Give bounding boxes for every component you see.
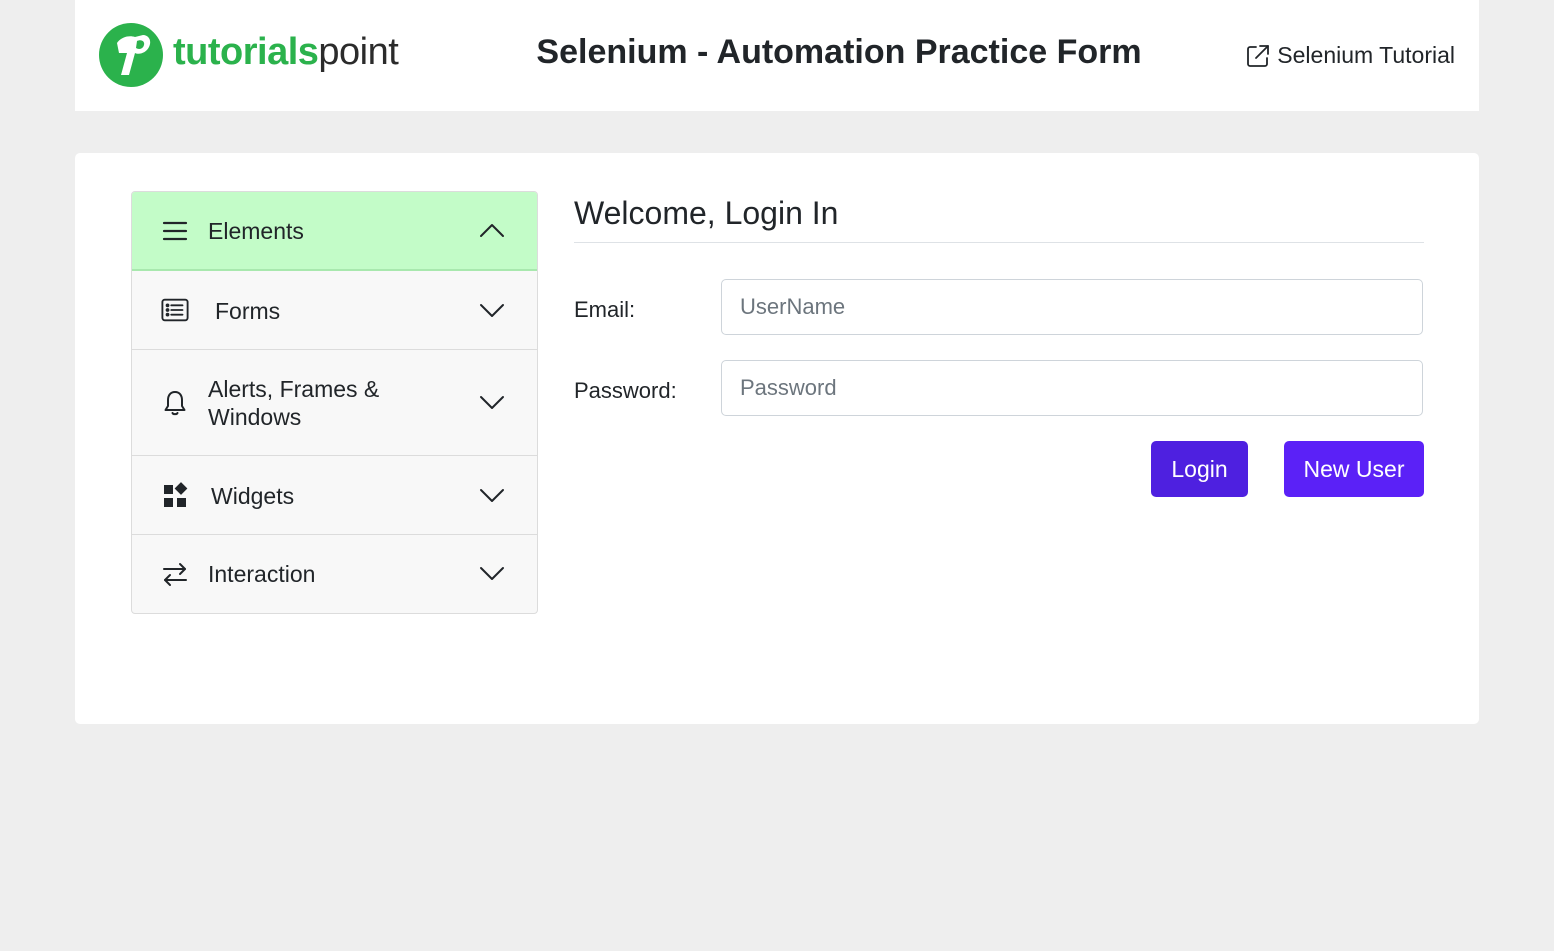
sidebar-accordion: Elements Forms Alerts, Frames & Windows … (131, 191, 538, 614)
chevron-down-icon (480, 567, 504, 580)
logo-wordmark-bold: tutorials (173, 31, 319, 73)
list-icon (160, 295, 190, 325)
widgets-icon (160, 481, 190, 511)
form-title: Welcome, Login In (574, 195, 839, 231)
sidebar-item-interaction[interactable]: Interaction (132, 535, 537, 613)
logo-wordmark-light: point (318, 31, 399, 73)
logo-wordmark: tutorialspoint (173, 31, 399, 73)
chevron-down-icon (480, 396, 504, 409)
sidebar-item-label: Alerts, Frames & (208, 376, 380, 402)
site-header: tutorialspoint Selenium - Automation Pra… (75, 0, 1479, 111)
sidebar-item-widgets[interactable]: Widgets (132, 456, 537, 535)
menu-icon (160, 216, 190, 246)
arrows-exchange-icon (160, 559, 190, 589)
chevron-down-icon (480, 304, 504, 317)
bell-icon (160, 388, 190, 418)
main-card: Elements Forms Alerts, Frames & Windows … (75, 153, 1479, 724)
tutorialspoint-logo-icon (99, 23, 163, 87)
form-title-divider (574, 242, 1424, 243)
password-field[interactable] (721, 360, 1423, 416)
sidebar-item-forms[interactable]: Forms (132, 271, 537, 350)
sidebar-item-label: Elements (208, 218, 304, 244)
chevron-down-icon (480, 489, 504, 502)
email-field[interactable] (721, 279, 1423, 335)
sidebar-item-label: Widgets (211, 483, 295, 509)
sidebar-item-label: Interaction (208, 561, 316, 587)
external-link-icon (1247, 44, 1270, 67)
selenium-tutorial-label: Selenium Tutorial (1277, 42, 1455, 68)
page-title: Selenium - Automation Practice Form (536, 33, 1142, 71)
email-label: Email: (574, 297, 636, 322)
sidebar-item-label: Forms (215, 298, 281, 324)
sidebar-item-alerts-frames-windows[interactable]: Alerts, Frames & Windows (132, 350, 537, 456)
sidebar-item-elements[interactable]: Elements (132, 192, 537, 271)
new-user-button[interactable]: New User (1284, 441, 1424, 497)
chevron-up-icon (480, 224, 504, 237)
selenium-tutorial-link[interactable]: Selenium Tutorial (1245, 42, 1455, 69)
login-button[interactable]: Login (1151, 441, 1248, 497)
password-label: Password: (574, 378, 677, 403)
sidebar-item-label-line2: Windows (208, 404, 302, 430)
tutorialspoint-logo[interactable]: tutorialspoint (99, 23, 399, 87)
